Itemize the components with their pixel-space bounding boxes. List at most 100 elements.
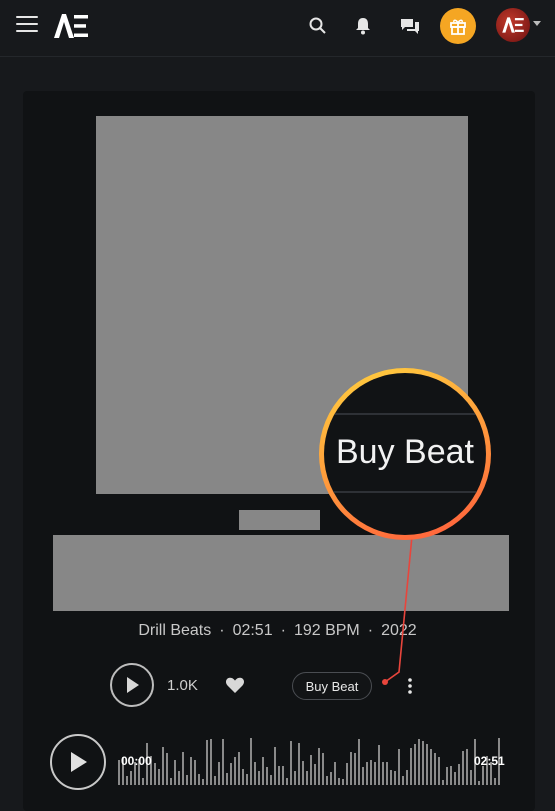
search-icon[interactable] [308,16,328,36]
waveform-bar [418,739,420,785]
waveform-bar [258,771,260,785]
waveform-bar [382,762,384,785]
bell-icon[interactable] [353,16,373,36]
waveform-bar [410,748,412,785]
waveform-bar [318,748,320,785]
waveform-bar [478,781,480,785]
top-navigation-bar [0,0,555,57]
waveform-bar [158,769,160,785]
menu-icon[interactable] [16,16,38,32]
play-button[interactable] [110,663,154,707]
waveform-bar [386,762,388,785]
waveform-bar [494,778,496,785]
waveform-bar [370,760,372,785]
waveform-bar [230,763,232,785]
waveform-bar [142,778,144,785]
divider [324,413,486,415]
waveform-bar [274,747,276,785]
play-icon [71,752,87,772]
waveform-bar [398,749,400,785]
waveform-bar [298,743,300,785]
divider [324,491,486,493]
separator-dot: · [219,622,225,639]
waveform-bar [406,770,408,785]
waveform-bar [366,762,368,785]
buy-beat-button[interactable]: Buy Beat [292,672,372,700]
waveform-bar [430,749,432,785]
avatar[interactable] [496,8,530,42]
waveform-bar [282,766,284,785]
waveform-bar [454,772,456,785]
more-options-icon[interactable] [405,677,415,695]
waveform-bar [314,764,316,785]
avatar-logo-icon [502,17,524,33]
separator-dot: · [280,622,286,639]
waveform-bar [234,757,236,785]
genre-label[interactable]: Drill Beats [138,622,211,639]
waveform-bar [206,740,208,785]
waveform-bar [210,739,212,785]
waveform-bar [250,738,252,785]
gift-icon [450,19,466,35]
waveform-bar [342,779,344,785]
waveform-bar [222,739,224,785]
chevron-down-icon[interactable] [533,21,541,26]
waveform-bar [198,774,200,785]
waveform-bar [362,767,364,785]
waveform-bar [294,771,296,785]
waveform-bar [178,771,180,785]
beat-title-placeholder [239,510,320,530]
waveform-bar [238,752,240,785]
waveform-bar [354,753,356,785]
buy-beat-label: Buy Beat [305,678,359,694]
waveform-bar [338,778,340,785]
waveform-bar [414,744,416,785]
waveform-bar [266,767,268,785]
waveform-bar [422,741,424,785]
waveform-bar [190,757,192,785]
waveform-bar [286,778,288,785]
heart-icon[interactable] [225,676,245,694]
waveform-bar [214,776,216,785]
waveform-bar [402,776,404,785]
waveform-bar [174,760,176,785]
waveform-bar [482,766,484,785]
waveform-bar [470,770,472,785]
waveform-bar [270,775,272,785]
logo[interactable] [52,12,90,40]
waveform-bar [426,744,428,785]
waveform-bar [374,762,376,785]
waveform-bar [118,760,120,785]
player-play-button[interactable] [50,734,106,790]
waveform-bar [202,779,204,785]
current-time: 00:00 [121,754,152,768]
waveform-bar [182,752,184,785]
waveform-bar [334,762,336,785]
magnifier-callout: Buy Beat [319,368,491,540]
waveform-bar [170,778,172,785]
play-count: 1.0K [167,677,198,694]
play-icon [127,677,139,693]
waveform-bar [154,763,156,785]
beat-meta: Drill Beats · 02:51 · 192 BPM · 2022 [0,622,555,640]
callout-text: Buy Beat [336,433,474,471]
waveform-bar [302,761,304,785]
waveform-bar [278,766,280,785]
waveform-bar [458,764,460,785]
bpm-label: 192 BPM [293,622,360,639]
audio-waveform[interactable] [116,735,506,785]
year-label: 2022 [381,622,417,639]
waveform-bar [350,752,352,785]
waveform-bar [378,745,380,785]
waveform-bar [322,753,324,785]
waveform-bar [130,771,132,785]
gift-button[interactable] [440,8,476,44]
waveform-bar [226,773,228,785]
waveform-bar [434,753,436,785]
waveform-bar [194,760,196,785]
waveform-bar [390,770,392,785]
waveform-bar [218,762,220,785]
waveform-bar [186,775,188,785]
chat-icon[interactable] [400,16,420,36]
duration-label: 02:51 [232,622,273,639]
